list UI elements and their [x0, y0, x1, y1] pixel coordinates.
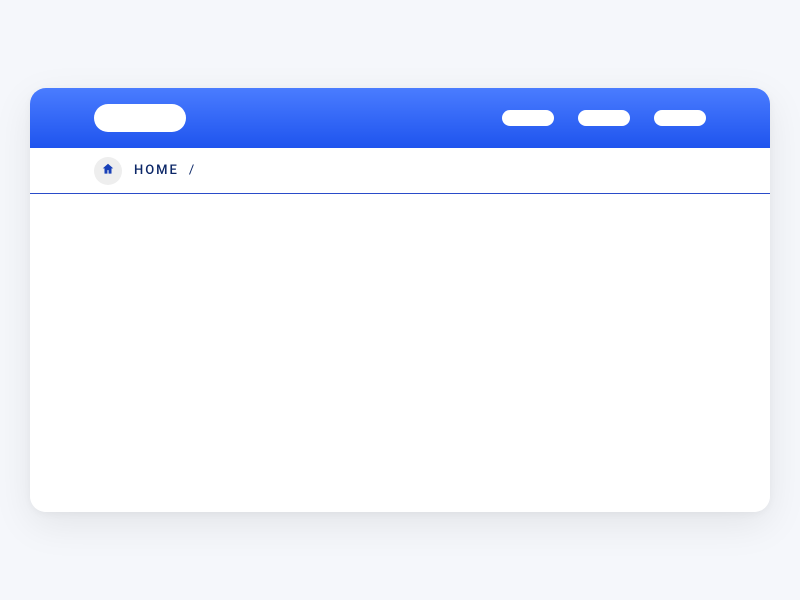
home-icon-button[interactable] [94, 157, 122, 185]
home-icon [101, 161, 115, 180]
nav-link-3[interactable] [654, 110, 706, 126]
breadcrumb-separator: / [189, 163, 196, 178]
breadcrumb-home-label[interactable]: Home [134, 163, 179, 178]
nav-link-2[interactable] [578, 110, 630, 126]
browser-window: Home / [30, 88, 770, 512]
breadcrumb: Home / [30, 148, 770, 194]
content-area [30, 194, 770, 512]
breadcrumb-text: Home / [134, 163, 196, 178]
nav-link-1[interactable] [502, 110, 554, 126]
logo-placeholder[interactable] [94, 104, 186, 132]
header-bar [30, 88, 770, 148]
nav-links [502, 110, 706, 126]
